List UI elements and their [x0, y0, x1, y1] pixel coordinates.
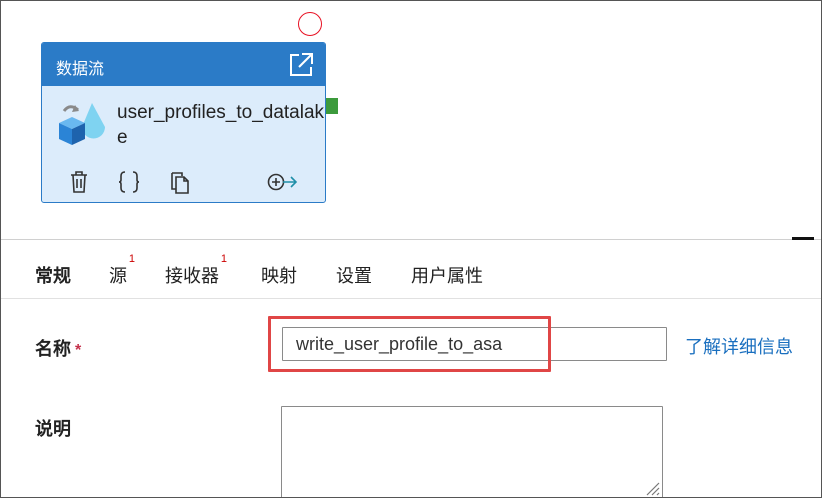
- activity-action-bar: [42, 167, 325, 197]
- tab-settings[interactable]: 设置: [336, 262, 372, 288]
- resize-grip-icon[interactable]: [641, 477, 661, 497]
- description-label: 说明: [35, 419, 71, 439]
- description-input[interactable]: [281, 406, 663, 497]
- status-ring-icon: [298, 12, 322, 36]
- add-output-arrow-icon[interactable]: [266, 167, 300, 197]
- activity-name: user_profiles_to_datalake: [117, 102, 325, 148]
- trash-icon[interactable]: [66, 167, 92, 197]
- pipeline-canvas[interactable]: 数据流 user_profiles_to_datalake: [1, 1, 821, 239]
- open-external-icon[interactable]: [287, 51, 315, 79]
- tab-sink[interactable]: 接收器 1: [165, 253, 227, 288]
- required-marker: *: [75, 342, 82, 359]
- copy-icon[interactable]: [166, 167, 194, 197]
- tab-source[interactable]: 源1: [109, 253, 135, 288]
- dataflow-activity-card[interactable]: 数据流 user_profiles_to_datalake: [41, 42, 326, 203]
- tab-mapping[interactable]: 映射: [261, 262, 297, 288]
- tab-user-properties[interactable]: 用户属性: [411, 262, 483, 288]
- activity-header: 数据流: [42, 43, 325, 86]
- activity-type-label: 数据流: [56, 61, 105, 78]
- braces-icon[interactable]: [114, 167, 144, 197]
- name-input[interactable]: [282, 327, 667, 361]
- minimize-panel-icon[interactable]: [792, 237, 814, 240]
- panel-divider[interactable]: [1, 239, 821, 240]
- tab-source-badge: 1: [128, 253, 135, 265]
- dataflow-icon: [56, 99, 106, 149]
- name-label: 名称 *: [35, 339, 82, 359]
- pipeline-editor: 数据流 user_profiles_to_datalake 常规 源 1 接收器…: [0, 0, 822, 498]
- learn-more-link[interactable]: 了解详细信息: [685, 333, 793, 359]
- tab-general[interactable]: 常规: [35, 262, 71, 288]
- success-output-handle[interactable]: [326, 98, 338, 114]
- tab-sink-badge: 1: [220, 253, 227, 265]
- properties-tab-bar: 常规 源1 接收器 1 映射 设置 用户属性: [1, 253, 821, 299]
- tab-bar-underline: [1, 298, 821, 299]
